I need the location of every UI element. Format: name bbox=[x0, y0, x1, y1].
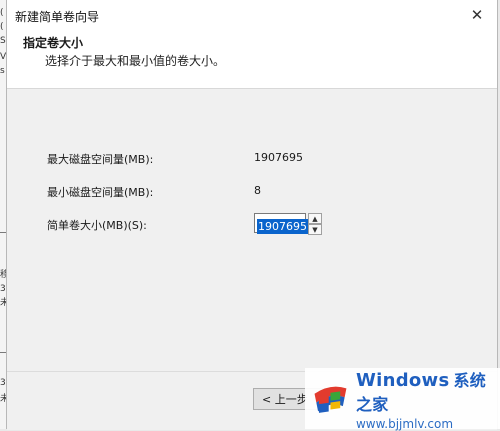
spin-up-button[interactable]: ▲ bbox=[308, 213, 322, 224]
watermark-brand: Windows bbox=[355, 369, 450, 391]
bg-fragment: s bbox=[0, 66, 5, 76]
bg-fragment: S bbox=[0, 36, 6, 46]
volume-size-input[interactable]: 1907695 bbox=[254, 213, 308, 234]
bg-fragment: ( bbox=[0, 22, 4, 32]
volume-size-value: 1907695 bbox=[257, 219, 308, 234]
spin-up-icon: ▲ bbox=[312, 214, 318, 223]
bg-fragment: 3 bbox=[0, 284, 6, 294]
close-button[interactable]: ✕ bbox=[467, 5, 487, 25]
wizard-content: 最大磁盘空间量(MB): 1907695 最小磁盘空间量(MB): 8 简单卷大… bbox=[7, 89, 497, 371]
max-space-label: 最大磁盘空间量(MB): bbox=[47, 153, 154, 166]
windows-logo-icon bbox=[314, 386, 347, 413]
spin-down-icon: ▼ bbox=[312, 225, 318, 234]
wizard-header: 指定卷大小 选择介于最大和最小值的卷大小。 bbox=[7, 32, 497, 88]
min-space-value: 8 bbox=[254, 184, 261, 197]
watermark-url: www.bjjmlv.com bbox=[355, 416, 454, 431]
volume-size-spinner[interactable]: ▲ ▼ bbox=[308, 213, 322, 235]
title-bar: 新建简单卷向导 ✕ bbox=[7, 0, 497, 32]
spin-down-button[interactable]: ▼ bbox=[308, 224, 322, 235]
watermark: Windows 系统之家 www.bjjmlv.com bbox=[305, 368, 500, 431]
window-title: 新建简单卷向导 bbox=[15, 9, 100, 24]
min-space-label: 最小磁盘空间量(MB): bbox=[47, 186, 154, 199]
header-subtitle: 选择介于最大和最小值的卷大小。 bbox=[45, 54, 226, 68]
max-space-value: 1907695 bbox=[254, 151, 303, 164]
bg-fragment: 3 bbox=[0, 378, 6, 388]
bg-fragment: ( bbox=[0, 8, 4, 18]
volume-size-label: 简单卷大小(MB)(S): bbox=[47, 219, 147, 232]
header-title: 指定卷大小 bbox=[23, 36, 84, 50]
close-icon: ✕ bbox=[470, 6, 484, 24]
new-simple-volume-wizard: 新建简单卷向导 ✕ 指定卷大小 选择介于最大和最小值的卷大小。 最大磁盘空间量(… bbox=[6, 0, 498, 430]
